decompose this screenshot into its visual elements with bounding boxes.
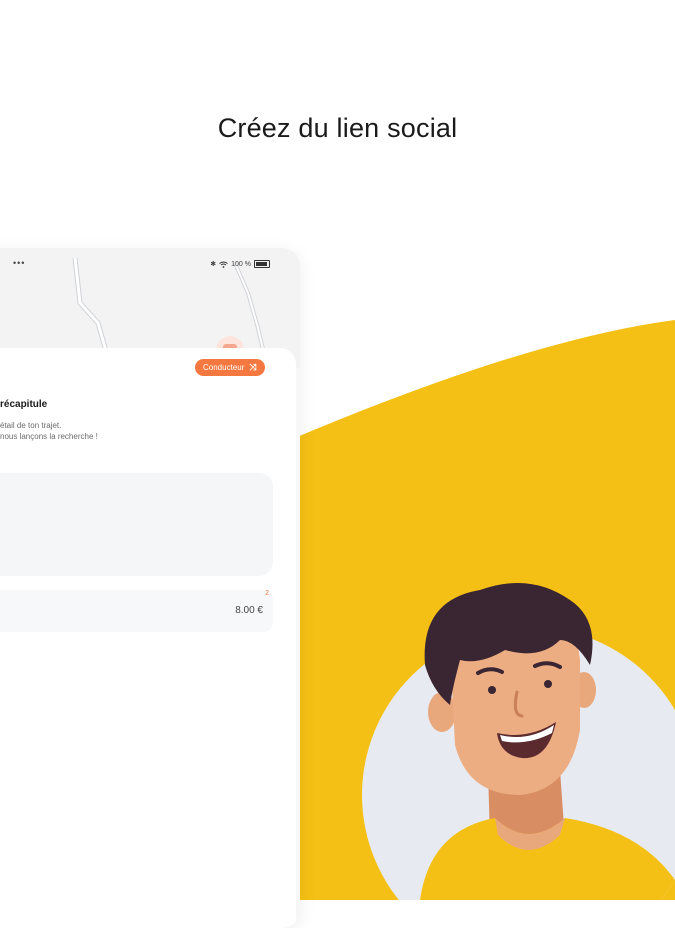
sheet-subtitle: étail de ton trajet. nous lançons la rec…	[0, 420, 98, 442]
sheet-subtitle-line1: étail de ton trajet.	[0, 421, 62, 430]
status-dots: •••	[13, 258, 26, 268]
battery-icon	[254, 260, 270, 268]
price-value: 8.00 €	[235, 605, 263, 616]
price-mark: 2	[265, 590, 269, 597]
role-toggle-button[interactable]: Conducteur ⤨	[195, 359, 265, 376]
status-bar: ••• ✱ 100 %	[0, 258, 300, 272]
wifi-icon	[219, 261, 228, 268]
swap-icon: ⤨	[249, 362, 257, 372]
price-card[interactable]: 2 8.00 €	[0, 590, 273, 632]
sheet-subtitle-line2: nous lançons la recherche !	[0, 432, 98, 441]
role-label: Conducteur	[203, 363, 245, 372]
app-screenshot-mockup: ••• ✱ 100 % Conducteur ⤨ récapitule étai…	[0, 248, 300, 928]
sheet-title: récapitule	[0, 399, 48, 410]
bluetooth-icon: ✱	[210, 261, 217, 268]
battery-text: 100 %	[231, 260, 251, 268]
status-right: ✱ 100 %	[210, 260, 270, 268]
page-headline: Créez du lien social	[217, 113, 458, 143]
route-card[interactable]	[0, 473, 273, 576]
